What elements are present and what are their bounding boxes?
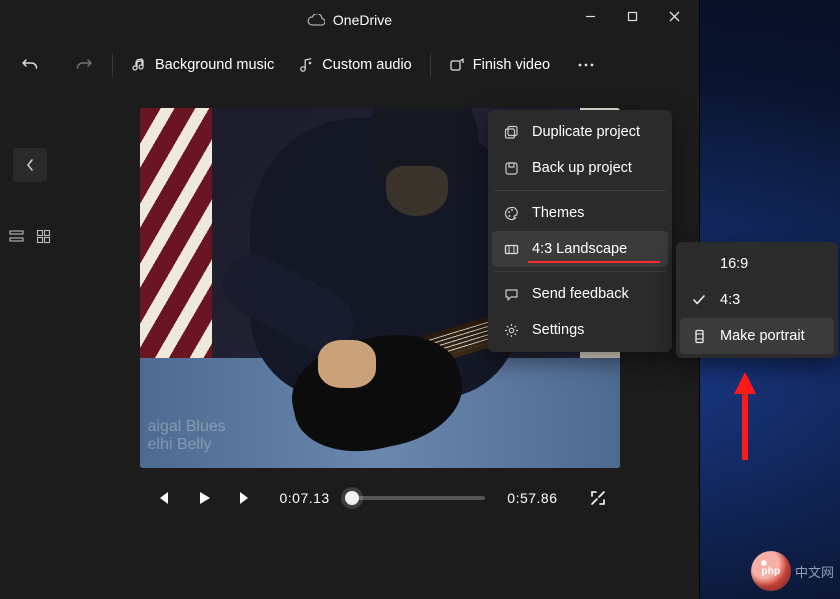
finish-video-button[interactable]: Finish video <box>441 51 558 79</box>
menu-duplicate-project[interactable]: Duplicate project <box>492 114 668 150</box>
player-controls: 0:07.13 0:57.86 <box>140 468 620 528</box>
current-time: 0:07.13 <box>280 490 330 506</box>
menu-separator <box>494 271 666 272</box>
menu-label: Settings <box>532 322 584 338</box>
undo-button[interactable] <box>12 47 48 83</box>
finish-video-label: Finish video <box>473 57 550 73</box>
list-view-icon[interactable] <box>8 228 25 245</box>
audio-icon <box>298 57 314 73</box>
next-frame-button[interactable] <box>228 480 264 516</box>
close-button[interactable] <box>653 0 695 32</box>
redo-button[interactable] <box>66 47 102 83</box>
maximize-button[interactable] <box>611 0 653 32</box>
custom-audio-label: Custom audio <box>322 57 411 73</box>
minimize-button[interactable] <box>569 0 611 32</box>
seek-thumb[interactable] <box>345 491 359 505</box>
back-button[interactable] <box>13 148 47 182</box>
check-icon <box>690 293 708 307</box>
play-button[interactable] <box>186 480 222 516</box>
video-watermark: aigal Blues elhi Belly <box>148 418 226 454</box>
gear-icon <box>502 323 520 338</box>
duplicate-icon <box>502 125 520 140</box>
menu-aspect-ratio[interactable]: 4:3 Landscape <box>492 231 668 267</box>
annotation-underline <box>528 261 660 263</box>
titlebar: OneDrive <box>0 0 699 40</box>
menu-label: Themes <box>532 205 584 221</box>
aspect-icon <box>502 242 520 257</box>
background-music-label: Background music <box>155 57 274 73</box>
background-music-button[interactable]: Background music <box>123 51 282 79</box>
prev-frame-button[interactable] <box>144 480 180 516</box>
php-logo-icon: php <box>751 551 791 591</box>
menu-label: Back up project <box>532 160 632 176</box>
toolbar-divider <box>112 53 113 77</box>
submenu-label: Make portrait <box>720 328 805 344</box>
aspect-submenu: 16:9 4:3 Make portrait <box>676 242 838 358</box>
portrait-icon <box>690 329 708 344</box>
more-menu: Duplicate project Back up project Themes… <box>488 110 672 352</box>
badge-text: 中文网 <box>795 562 834 581</box>
watermark-badge: php 中文网 <box>751 551 834 591</box>
submenu-4-3[interactable]: 4:3 <box>680 282 834 318</box>
submenu-make-portrait[interactable]: Make portrait <box>680 318 834 354</box>
export-icon <box>449 57 465 73</box>
onedrive-cloud-icon <box>307 14 325 26</box>
submenu-label: 16:9 <box>720 256 748 272</box>
feedback-icon <box>502 287 520 302</box>
menu-label: Duplicate project <box>532 124 640 140</box>
fullscreen-button[interactable] <box>580 480 616 516</box>
toolbar-divider <box>430 53 431 77</box>
window-title: OneDrive <box>333 12 392 28</box>
menu-backup-project[interactable]: Back up project <box>492 150 668 186</box>
grid-view-icon[interactable] <box>35 228 52 245</box>
menu-send-feedback[interactable]: Send feedback <box>492 276 668 312</box>
menu-label: 4:3 Landscape <box>532 241 627 257</box>
menu-settings[interactable]: Settings <box>492 312 668 348</box>
custom-audio-button[interactable]: Custom audio <box>290 51 419 79</box>
total-time: 0:57.86 <box>507 490 557 506</box>
submenu-label: 4:3 <box>720 292 740 308</box>
menu-themes[interactable]: Themes <box>492 195 668 231</box>
themes-icon <box>502 206 520 221</box>
seek-track[interactable] <box>352 496 486 500</box>
menu-label: Send feedback <box>532 286 629 302</box>
music-icon <box>131 57 147 73</box>
toolbar: Background music Custom audio Finish vid… <box>0 40 699 90</box>
backup-icon <box>502 161 520 176</box>
more-button[interactable] <box>568 47 604 83</box>
annotation-arrow <box>734 372 756 460</box>
menu-separator <box>494 190 666 191</box>
submenu-16-9[interactable]: 16:9 <box>680 246 834 282</box>
left-rail <box>0 90 60 599</box>
window-controls <box>569 0 695 32</box>
